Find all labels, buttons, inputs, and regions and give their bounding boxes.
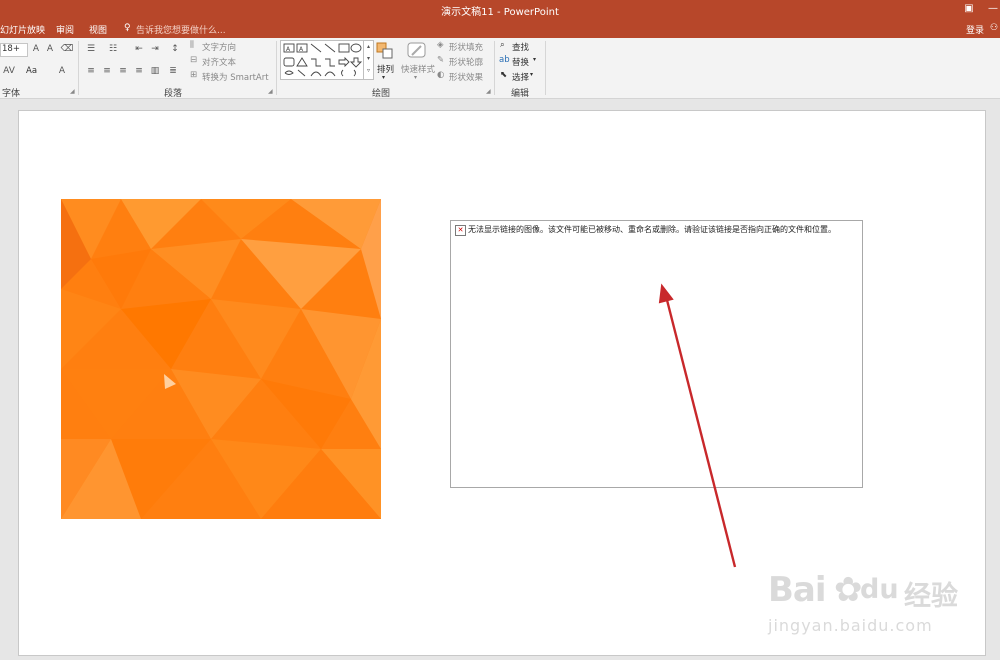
text-direction-icon[interactable]: ⫼ <box>190 40 194 50</box>
watermark-brand-cn: 经验 <box>904 581 958 612</box>
bullets-icon[interactable]: ☰ <box>84 44 98 55</box>
align-text-icon[interactable]: ⊟ <box>190 55 197 65</box>
tab-review[interactable]: 审阅 <box>56 23 74 36</box>
decrease-font-icon[interactable]: A <box>43 44 57 55</box>
group-label-font: 字体 <box>2 89 21 99</box>
tell-me-search[interactable]: 告诉我您想要做什么... <box>136 23 226 36</box>
quick-styles-button[interactable]: 快速样式 <box>401 63 435 75</box>
font-dialog-launcher-icon[interactable]: ◢ <box>70 88 75 95</box>
group-separator <box>78 41 79 95</box>
arrange-button[interactable]: 排列 <box>377 63 394 75</box>
arrange-dropdown-icon[interactable]: ▾ <box>382 74 385 81</box>
login-link[interactable]: 登录 <box>966 23 984 36</box>
clear-format-icon[interactable]: ⌫ <box>60 44 74 55</box>
group-label-editing: 编辑 <box>511 89 530 99</box>
window-title: 演示文稿11 - PowerPoint <box>441 7 559 18</box>
baidu-watermark: Bai ✿ du 经验 jingyan.baidu.com <box>768 556 968 646</box>
shape-outline-icon[interactable]: ✎ <box>437 55 444 65</box>
align-text-button[interactable]: 对齐文本 <box>202 56 236 68</box>
convert-smartart-button[interactable]: 转换为 SmartArt <box>202 71 269 83</box>
minimize-icon[interactable]: — <box>986 2 1000 16</box>
justify-icon[interactable]: ≡ <box>132 66 146 77</box>
tab-slideshow[interactable]: 幻灯片放映 <box>0 23 45 36</box>
drawing-dialog-launcher-icon[interactable]: ◢ <box>486 88 491 95</box>
tab-view[interactable]: 视图 <box>89 23 107 36</box>
watermark-brand-tail: du <box>860 574 899 605</box>
lightbulb-icon: ♀ <box>124 23 131 33</box>
find-icon[interactable]: ⌕ <box>500 40 505 50</box>
select-button[interactable]: 选择 <box>512 71 529 83</box>
increase-indent-icon[interactable]: ⇥ <box>148 44 162 55</box>
font-size-box[interactable]: 18+ <box>0 43 28 57</box>
shape-outline-button[interactable]: 形状轮廓 <box>449 56 483 68</box>
group-separator <box>276 41 277 95</box>
numbering-icon[interactable]: ☷ <box>106 44 120 55</box>
spacing-icon[interactable]: AV <box>2 66 16 77</box>
ribbon-display-options-icon[interactable]: ▣ <box>962 2 976 16</box>
align-center-icon[interactable]: ≡ <box>100 66 114 77</box>
replace-dropdown-icon[interactable]: ▾ <box>533 56 536 63</box>
group-separator <box>494 41 495 95</box>
align-right-icon[interactable]: ≡ <box>116 66 130 77</box>
quick-styles-dropdown-icon[interactable]: ▾ <box>414 74 417 81</box>
watermark-url: jingyan.baidu.com <box>768 616 933 635</box>
shape-fill-button[interactable]: 形状填充 <box>449 41 483 53</box>
shapes-gallery[interactable]: A A <box>280 40 366 80</box>
orange-lowpoly-picture[interactable] <box>61 199 381 519</box>
find-button[interactable]: 查找 <box>512 41 529 53</box>
menu-bar: 幻灯片放映 审阅 视图 ♀ 告诉我您想要做什么... 登录 ⚇ <box>0 20 1000 38</box>
replace-button[interactable]: 替换 <box>512 56 529 68</box>
line-spacing-icon[interactable]: ↕ <box>168 44 182 55</box>
group-label-paragraph: 段落 <box>164 89 183 99</box>
shape-effects-button[interactable]: 形状效果 <box>449 71 483 83</box>
quick-styles-icon[interactable] <box>406 41 428 61</box>
shape-fill-icon[interactable]: ◈ <box>437 40 444 50</box>
paragraph-options-icon[interactable]: ≣ <box>166 66 180 77</box>
broken-image-icon: ✕ <box>455 225 466 236</box>
broken-image-message: 无法显示链接的图像。该文件可能已被移动、重命名或删除。请验证该链接是否指向正确的… <box>468 225 836 234</box>
arrange-icon[interactable] <box>376 41 394 61</box>
broken-image-placeholder[interactable]: ✕ 无法显示链接的图像。该文件可能已被移动、重命名或删除。请验证该链接是否指向正… <box>450 220 863 488</box>
ribbon: 18+ A A ⌫ AV Aa A 字体 ◢ ☰ ☷ ⇤ ⇥ ↕ ≡ ≡ ≡ ≡… <box>0 38 1000 99</box>
text-direction-button[interactable]: 文字方向 <box>202 41 236 53</box>
increase-font-icon[interactable]: A <box>29 44 43 55</box>
shapes-gallery-scroll[interactable]: ▴ ▾ ▿ <box>363 40 374 80</box>
align-left-icon[interactable]: ≡ <box>84 66 98 77</box>
select-dropdown-icon[interactable]: ▾ <box>530 71 533 78</box>
decrease-indent-icon[interactable]: ⇤ <box>132 44 146 55</box>
font-color-icon[interactable]: A <box>55 66 69 77</box>
watermark-brand: Bai <box>768 570 827 610</box>
shapes-gallery-icons[interactable]: A A <box>283 42 363 78</box>
select-icon[interactable]: ⬉ <box>500 70 507 80</box>
paragraph-dialog-launcher-icon[interactable]: ◢ <box>268 88 273 95</box>
paw-icon: ✿ <box>834 570 862 610</box>
replace-icon[interactable]: ab <box>499 55 510 65</box>
share-person-icon[interactable]: ⚇ <box>990 23 998 33</box>
smartart-icon[interactable]: ⊞ <box>190 70 197 80</box>
columns-icon[interactable]: ▥ <box>148 66 162 77</box>
change-case-button[interactable]: Aa <box>26 66 37 76</box>
shape-effects-icon[interactable]: ◐ <box>437 70 444 80</box>
title-bar: 演示文稿11 - PowerPoint ▣ — <box>0 0 1000 20</box>
group-label-drawing: 绘图 <box>372 89 391 99</box>
group-separator <box>545 41 546 95</box>
